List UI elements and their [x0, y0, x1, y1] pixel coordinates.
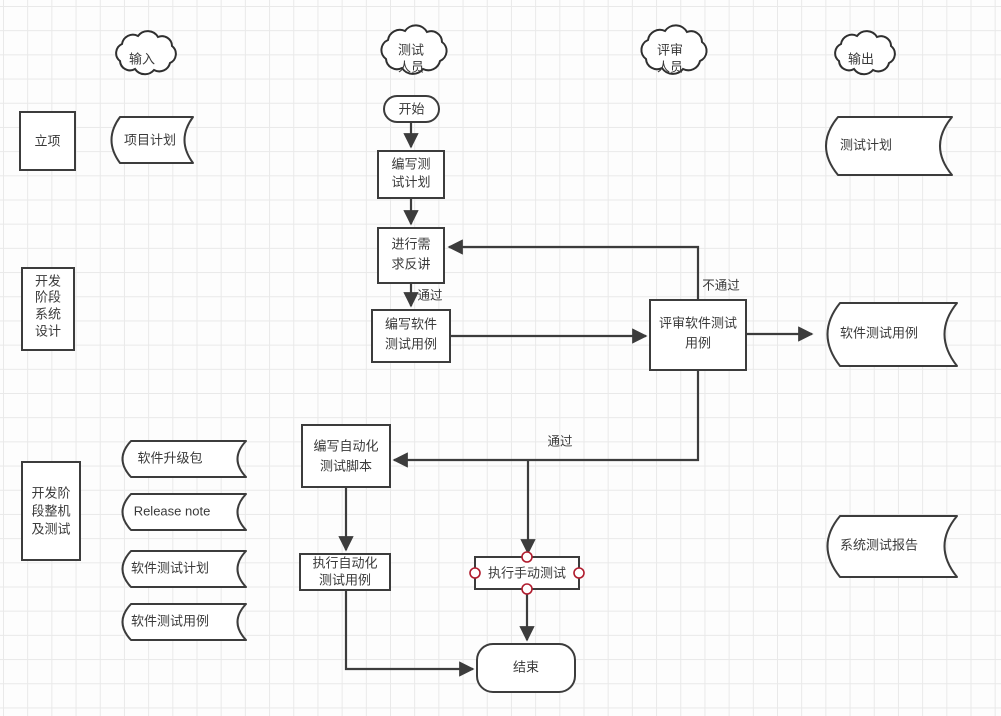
edge-review-pass-to-auto-script[interactable] — [392, 370, 700, 468]
diagram-canvas[interactable]: 输入 测试 人员 评审 人员 输出 立项 开发 阶段 系统 设计 开发阶 段整机… — [0, 0, 1001, 716]
edge-label-fail-review: 不通过 — [702, 278, 740, 292]
cloud-icon — [380, 24, 448, 75]
swimlane-header-output[interactable]: 输出 — [834, 30, 896, 76]
selection-handle-bottom-icon[interactable] — [521, 583, 533, 595]
document-shape-icon — [121, 603, 247, 641]
selection-handle-left-icon[interactable] — [469, 567, 481, 579]
phase-box-dev-integration-test[interactable]: 开发阶 段整机 及测试 — [21, 461, 81, 561]
document-shape-icon — [123, 441, 247, 477]
doc-software-test-plan[interactable]: 软件测试计划 — [121, 550, 247, 588]
edge-run-auto-to-end[interactable] — [344, 590, 475, 677]
node-run-auto-case[interactable]: 执行自动化 测试用例 — [299, 553, 391, 591]
swimlane-header-tester[interactable]: 测试 人员 — [380, 24, 448, 75]
doc-project-plan[interactable]: 项目计划 — [110, 116, 194, 164]
node-write-auto-script[interactable]: 编写自动化 测试脚本 — [301, 424, 391, 488]
doc-software-test-case-in[interactable]: 软件测试用例 — [121, 603, 247, 641]
cloud-icon — [640, 24, 708, 75]
document-shape-icon — [110, 116, 194, 164]
doc-system-test-report[interactable]: 系统测试报告 — [826, 515, 958, 578]
edge-review-fail-back-to-req[interactable] — [447, 239, 700, 300]
edge-label-pass-review: 通过 — [547, 434, 573, 448]
document-shape-icon — [826, 515, 958, 578]
document-shape-icon — [121, 550, 247, 588]
doc-software-upgrade-package[interactable]: 软件升级包 — [123, 441, 247, 477]
selection-handle-right-icon[interactable] — [573, 567, 585, 579]
node-start[interactable]: 开始 — [383, 95, 440, 123]
document-shape-icon — [826, 302, 958, 367]
document-shape-icon — [825, 116, 953, 176]
node-requirement-review[interactable]: 进行需 求反讲 — [377, 227, 445, 284]
node-review-test-case[interactable]: 评审软件测试 用例 — [649, 299, 747, 371]
selection-handle-top-icon[interactable] — [521, 551, 533, 563]
edge-label-pass-requirement: 通过 — [417, 288, 443, 302]
cloud-icon — [834, 30, 896, 76]
document-shape-icon — [121, 493, 247, 531]
swimlane-header-input[interactable]: 输入 — [115, 30, 177, 76]
flowchart-svg[interactable]: 输入 测试 人员 评审 人员 输出 立项 开发 阶段 系统 设计 开发阶 段整机… — [0, 0, 1001, 716]
doc-test-plan-out[interactable]: 测试计划 — [825, 116, 953, 176]
doc-software-test-case-out[interactable]: 软件测试用例 — [826, 302, 958, 367]
node-end[interactable]: 结束 — [476, 643, 576, 693]
doc-release-note[interactable]: Release note — [121, 493, 247, 531]
node-write-test-plan[interactable]: 编写测 试计划 — [377, 150, 445, 199]
cloud-icon — [115, 30, 177, 76]
phase-box-dev-sysdesign[interactable]: 开发 阶段 系统 设计 — [21, 267, 75, 351]
node-write-test-case[interactable]: 编写软件 测试用例 — [371, 309, 451, 363]
swimlane-header-reviewer[interactable]: 评审 人员 — [640, 24, 708, 75]
phase-box-initiation[interactable]: 立项 — [19, 111, 76, 171]
